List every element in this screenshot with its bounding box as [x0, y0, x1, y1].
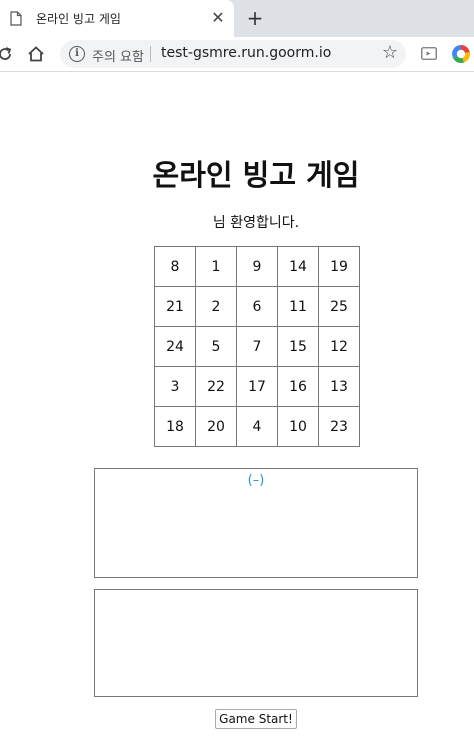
cast-icon[interactable] [421, 47, 437, 60]
board-row: 18 20 4 10 23 [154, 406, 360, 447]
game-log-box [94, 589, 418, 697]
bingo-cell[interactable]: 24 [154, 326, 196, 367]
bingo-cell[interactable]: 11 [277, 286, 319, 327]
game-status-box: (–) [94, 468, 418, 578]
profile-icon[interactable] [451, 44, 471, 64]
page-icon [10, 11, 22, 26]
bookmark-star-icon[interactable]: ☆ [380, 43, 400, 63]
board-row: 21 2 6 11 25 [154, 286, 360, 327]
bingo-cell[interactable]: 19 [318, 246, 360, 287]
tab-title: 온라인 빙고 게임 [36, 12, 121, 26]
reload-icon[interactable] [0, 45, 14, 63]
board-row: 3 22 17 16 13 [154, 366, 360, 407]
bingo-board: 8 1 9 14 19 21 2 6 11 25 24 5 7 15 12 3 … [154, 246, 360, 447]
home-icon[interactable] [27, 45, 45, 63]
bingo-cell[interactable]: 2 [195, 286, 237, 327]
address-bar[interactable]: i 주의 요함 test-gsmre.run.goorm.io ☆ [60, 40, 406, 68]
board-row: 8 1 9 14 19 [154, 246, 360, 287]
bingo-cell[interactable]: 13 [318, 366, 360, 407]
bingo-cell[interactable]: 20 [195, 406, 237, 447]
bingo-cell[interactable]: 17 [236, 366, 278, 407]
board-row: 24 5 7 15 12 [154, 326, 360, 367]
bingo-cell[interactable]: 5 [195, 326, 237, 367]
close-tab-icon[interactable]: ✕ [209, 9, 227, 27]
game-status-text: (–) [247, 473, 265, 488]
welcome-message: 님 환영합니다. [212, 215, 300, 231]
bingo-cell[interactable]: 25 [318, 286, 360, 327]
page-title: 온라인 빙고 게임 [152, 158, 360, 192]
bingo-cell[interactable]: 10 [277, 406, 319, 447]
bingo-cell[interactable]: 8 [154, 246, 196, 287]
tab-strip: 온라인 빙고 게임 ✕ + [0, 0, 474, 37]
bingo-cell[interactable]: 16 [277, 366, 319, 407]
bingo-cell[interactable]: 22 [195, 366, 237, 407]
game-start-button[interactable]: Game Start! [215, 709, 297, 729]
new-tab-button[interactable]: + [244, 7, 266, 29]
omnibox-divider [150, 46, 151, 62]
bingo-cell[interactable]: 14 [277, 246, 319, 287]
security-label[interactable]: 주의 요함 [92, 46, 144, 65]
bingo-cell[interactable]: 9 [236, 246, 278, 287]
bingo-cell[interactable]: 7 [236, 326, 278, 367]
bingo-cell[interactable]: 3 [154, 366, 196, 407]
browser-toolbar: i 주의 요함 test-gsmre.run.goorm.io ☆ [0, 37, 474, 72]
url-text[interactable]: test-gsmre.run.goorm.io [161, 45, 331, 61]
bingo-cell[interactable]: 15 [277, 326, 319, 367]
bingo-cell[interactable]: 12 [318, 326, 360, 367]
bingo-cell[interactable]: 23 [318, 406, 360, 447]
bingo-cell[interactable]: 21 [154, 286, 196, 327]
bingo-cell[interactable]: 6 [236, 286, 278, 327]
bingo-cell[interactable]: 18 [154, 406, 196, 447]
info-icon[interactable]: i [69, 46, 85, 62]
bingo-cell[interactable]: 1 [195, 246, 237, 287]
browser-tab[interactable]: 온라인 빙고 게임 ✕ [0, 0, 234, 37]
bingo-cell[interactable]: 4 [236, 406, 278, 447]
